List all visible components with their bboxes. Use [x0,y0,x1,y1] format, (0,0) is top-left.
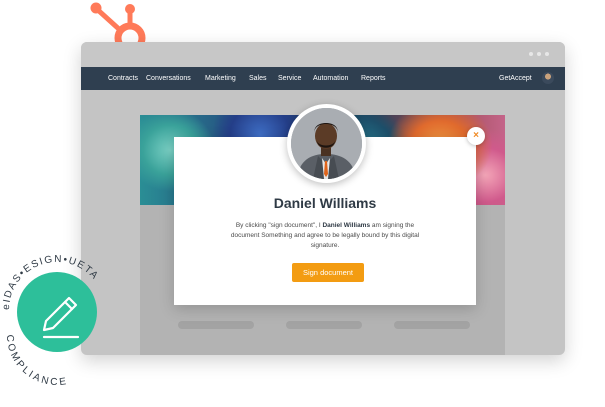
placeholder-bar [394,321,470,329]
consent-text-part: By clicking "sign document", I [235,222,323,229]
person-photo-icon [291,108,362,179]
window-dot[interactable] [537,52,541,56]
user-avatar[interactable] [542,72,554,84]
window-titlebar [81,42,565,67]
compliance-badge: eIDAS•ESIGN•UETA COMPLIANCE [1,254,99,388]
sign-document-button[interactable]: Sign document [292,263,364,282]
close-button[interactable]: × [467,127,485,145]
nav-item-automation[interactable]: Automation [313,67,348,90]
nav-brand-getaccept[interactable]: GetAccept [499,67,532,90]
signer-name: Daniel Williams [273,195,377,211]
nav-item-conversations[interactable]: Conversations [146,67,191,90]
nav-item-marketing[interactable]: Marketing [205,67,236,90]
consent-text-name: Daniel Williams [322,222,371,229]
window-dot[interactable] [529,52,533,56]
nav-item-service[interactable]: Service [278,67,301,90]
consent-text: By clicking "sign document", I Daniel Wi… [224,221,426,251]
nav-item-reports[interactable]: Reports [361,67,386,90]
badge-circle [17,272,97,352]
close-icon: × [473,130,479,141]
nav-item-sales[interactable]: Sales [249,67,267,90]
signer-photo [291,108,362,179]
placeholder-bar [286,321,362,329]
placeholder-bar [178,321,254,329]
nav-item-contracts[interactable]: Contracts [108,67,138,90]
signer-avatar [287,104,366,183]
window-dot[interactable] [545,52,549,56]
top-navbar: Contracts Conversations Marketing Sales … [81,67,565,90]
